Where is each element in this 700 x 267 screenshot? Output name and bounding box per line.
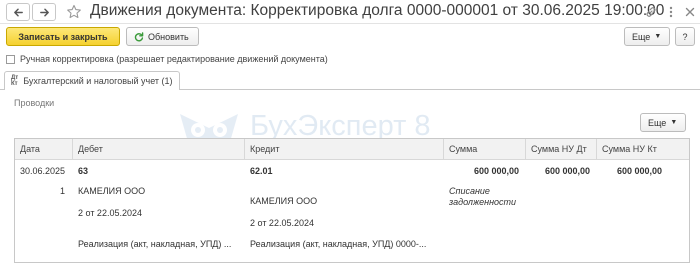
row-debit-subconto1: КАМЕЛИЯ ООО <box>78 186 146 196</box>
tab-label: Бухгалтерский и налоговый учет (1) <box>23 76 173 86</box>
help-button[interactable]: ? <box>675 27 695 46</box>
col-sum-nu-kt[interactable]: Сумма НУ Кт <box>602 144 657 154</box>
manual-correction-row: Ручная корректировка (разрешает редактир… <box>6 54 328 64</box>
chevron-down-icon: ▼ <box>654 33 662 40</box>
col-debit[interactable]: Дебет <box>78 144 103 154</box>
row-date: 30.06.2025 <box>20 166 66 176</box>
forward-button[interactable] <box>32 3 56 21</box>
manual-correction-checkbox[interactable] <box>6 54 15 64</box>
window-title: Движения документа: Корректировка долга … <box>90 2 665 19</box>
toolbar: Записать и закрыть Обновить Еще ▼ ? <box>0 26 700 50</box>
row-content-line2: задолженности <box>449 197 517 207</box>
row-sum: 600 000,00 <box>473 166 519 176</box>
row-sum-nu-kt: 600 000,00 <box>616 166 662 176</box>
col-date[interactable]: Дата <box>20 144 40 154</box>
table-header: Дата Дебет Кредит Сумма Сумма НУ Дт Сумм… <box>15 139 689 160</box>
row-debit-subconto2: 2 от 22.05.2024 <box>78 208 142 218</box>
grid-more-button[interactable]: Еще ▼ <box>640 113 686 132</box>
column-separator <box>525 139 526 160</box>
row-credit-subconto2: 2 от 22.05.2024 <box>250 218 314 228</box>
col-sum[interactable]: Сумма <box>449 144 477 154</box>
col-sum-nu-dt[interactable]: Сумма НУ Дт <box>531 144 587 154</box>
refresh-button[interactable]: Обновить <box>126 27 199 46</box>
manual-correction-label[interactable]: Ручная корректировка (разрешает редактир… <box>20 54 328 64</box>
refresh-icon <box>134 31 144 42</box>
more-button[interactable]: Еще ▼ <box>624 27 670 46</box>
row-line-number: 1 <box>60 186 66 196</box>
arrow-right-icon <box>39 8 49 16</box>
row-debit-account: 63 <box>78 166 89 176</box>
section-title: Проводки <box>14 98 55 108</box>
dt-kt-icon: Дт Кт <box>11 75 19 87</box>
save-and-close-button[interactable]: Записать и закрыть <box>6 27 120 46</box>
close-icon[interactable] <box>683 5 697 19</box>
title-bar: Движения документа: Корректировка долга … <box>0 0 700 24</box>
row-credit-account: 62.01 <box>250 166 273 176</box>
back-button[interactable] <box>6 3 30 21</box>
column-separator <box>72 139 73 160</box>
grid-more-label: Еще <box>648 117 667 128</box>
column-separator <box>244 139 245 160</box>
column-separator <box>443 139 444 160</box>
more-actions-icon[interactable] <box>664 5 678 19</box>
column-separator <box>596 139 597 160</box>
favorite-star-icon[interactable] <box>66 4 82 20</box>
entries-table: Дата Дебет Кредит Сумма Сумма НУ Дт Сумм… <box>14 138 690 263</box>
more-label: Еще <box>632 31 651 42</box>
arrow-left-icon <box>13 8 23 16</box>
row-credit-subconto3: Реализация (акт, накладная, УПД) 0000-..… <box>250 239 427 249</box>
refresh-label: Обновить <box>148 31 189 42</box>
row-content-line1: Списание <box>449 186 490 196</box>
link-icon[interactable] <box>644 5 658 19</box>
col-credit[interactable]: Кредит <box>250 144 279 154</box>
row-sum-nu-dt: 600 000,00 <box>544 166 590 176</box>
tab-accounting-tax[interactable]: Дт Кт Бухгалтерский и налоговый учет (1) <box>4 71 180 90</box>
chevron-down-icon: ▼ <box>670 119 678 126</box>
row-credit-subconto1: КАМЕЛИЯ ООО <box>250 196 318 206</box>
row-debit-subconto3: Реализация (акт, накладная, УПД) ... <box>78 239 232 249</box>
